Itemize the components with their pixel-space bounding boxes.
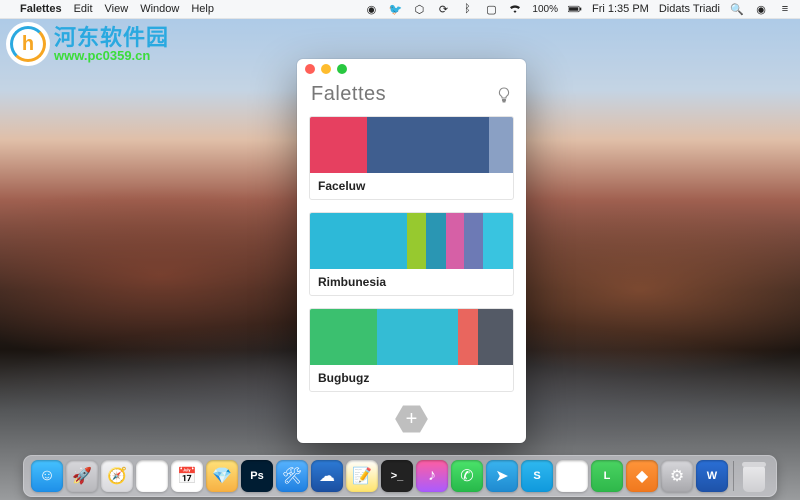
dock-launchpad[interactable]: 🚀 [66,460,98,492]
minimize-icon[interactable] [321,64,331,74]
palette-swatches [310,309,513,365]
palette-name: Faceluw [310,173,513,199]
sync-icon[interactable]: ⟳ [436,2,450,16]
swatch[interactable] [483,213,513,269]
app-title: Falettes [311,83,386,106]
dock-cornerstone[interactable]: ◆ [626,460,658,492]
swatch[interactable] [377,309,458,365]
dropbox-icon[interactable]: ⬡ [412,2,426,16]
dock-itunes[interactable]: ♪ [416,460,448,492]
swatch[interactable] [489,117,513,173]
battery-percent[interactable]: 100% [532,4,558,15]
dock-slack[interactable]: ✱ [556,460,588,492]
dock-photoshop[interactable]: Ps [241,460,273,492]
swatch[interactable] [310,309,377,365]
swatch[interactable] [478,309,513,365]
palette-list: Faceluw Rimbunesia Bugbugz [297,116,526,392]
dock: ☺🚀🧭◉📅💎Ps🛠☁📝>_♪✆➤S✱L◆⚙W [23,455,777,497]
palette-card[interactable]: Faceluw [309,116,514,200]
dock-word[interactable]: W [696,460,728,492]
dock-sketch[interactable]: 💎 [206,460,238,492]
swatch[interactable] [310,117,367,173]
menu-window[interactable]: Window [140,3,179,15]
dock-line[interactable]: L [591,460,623,492]
dock-safari[interactable]: 🧭 [101,460,133,492]
dock-calendar[interactable]: 📅 [171,460,203,492]
watermark-title: 河东软件园 [54,27,169,49]
twitter-icon[interactable]: 🐦 [388,2,402,16]
desktop: Falettes Edit View Window Help ◉ 🐦 ⬡ ⟳ ᛒ… [0,0,800,500]
window-titlebar[interactable] [297,59,526,79]
spotlight-icon[interactable]: 🔍 [730,2,744,16]
dock-sourcetree[interactable]: ☁ [311,460,343,492]
dock-terminal[interactable]: >_ [381,460,413,492]
airplay-icon[interactable]: ▢ [484,2,498,16]
add-palette-button[interactable]: + [395,404,429,434]
swatch[interactable] [310,213,407,269]
swatch[interactable] [458,309,478,365]
siri-icon[interactable]: ◉ [754,2,768,16]
close-icon[interactable] [305,64,315,74]
swatch[interactable] [446,213,464,269]
wifi-icon[interactable] [508,2,522,16]
swatch[interactable] [367,117,489,173]
dock-prefs[interactable]: ⚙ [661,460,693,492]
falettes-window: Falettes Faceluw Rimbunesia Bugbugz + [297,59,526,443]
clock[interactable]: Fri 1:35 PM [592,3,649,15]
palette-swatches [310,213,513,269]
dock-separator [733,461,734,491]
notifications-icon[interactable]: ≡ [778,2,792,16]
palette-name: Bugbugz [310,365,513,391]
swatch[interactable] [426,213,446,269]
menu-view[interactable]: View [105,3,129,15]
dock-notes[interactable]: 📝 [346,460,378,492]
menuextra-dot-icon[interactable]: ◉ [364,2,378,16]
menubar: Falettes Edit View Window Help ◉ 🐦 ⬡ ⟳ ᛒ… [0,0,800,19]
watermark-url: www.pc0359.cn [54,49,169,62]
watermark: h 河东软件园 www.pc0359.cn [6,22,169,66]
zoom-icon[interactable] [337,64,347,74]
lightbulb-icon[interactable] [496,87,512,103]
swatch[interactable] [407,213,425,269]
user-name[interactable]: Didats Triadi [659,3,720,15]
dock-finder[interactable]: ☺ [31,460,63,492]
dock-telegram[interactable]: ➤ [486,460,518,492]
dock-chrome[interactable]: ◉ [136,460,168,492]
dock-xcode[interactable]: 🛠 [276,460,308,492]
bluetooth-icon[interactable]: ᛒ [460,2,474,16]
palette-card[interactable]: Rimbunesia [309,212,514,296]
palette-name: Rimbunesia [310,269,513,295]
battery-icon[interactable] [568,2,582,16]
menu-edit[interactable]: Edit [74,3,93,15]
watermark-logo: h [6,22,50,66]
palette-card[interactable]: Bugbugz [309,308,514,392]
swatch[interactable] [464,213,482,269]
dock-skype[interactable]: S [521,460,553,492]
app-menu[interactable]: Falettes [20,3,62,15]
dock-whatsapp[interactable]: ✆ [451,460,483,492]
dock-trash[interactable] [739,460,769,492]
palette-swatches [310,117,513,173]
menu-help[interactable]: Help [191,3,214,15]
